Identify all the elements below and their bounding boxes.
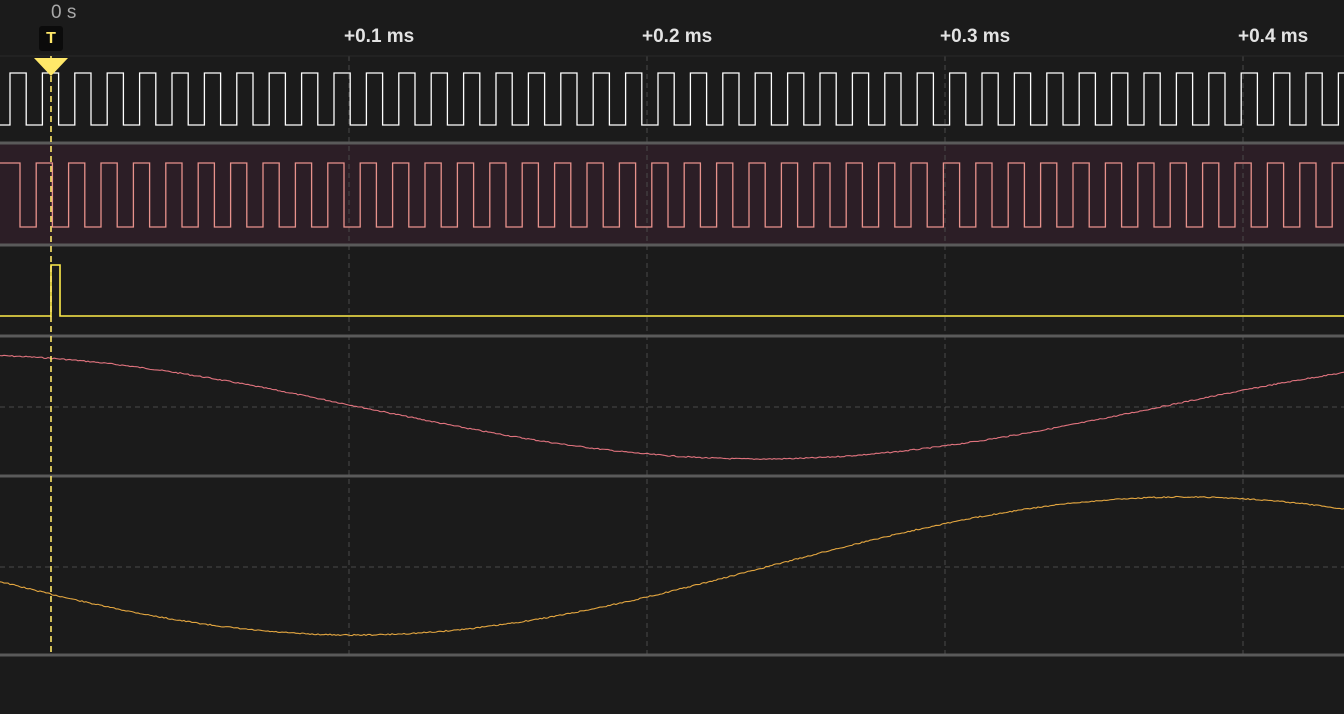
trigger-marker-icon[interactable] bbox=[34, 58, 68, 76]
channel-3-pulse-trace[interactable] bbox=[0, 264, 1344, 317]
waveform-canvas[interactable] bbox=[0, 0, 1344, 714]
trigger-badge[interactable]: T bbox=[39, 26, 63, 51]
analog-2-trace[interactable] bbox=[0, 495, 1344, 637]
logic-analyzer-view: 0 s +0.1 ms +0.2 ms +0.3 ms +0.4 ms T bbox=[0, 0, 1344, 714]
channel-1-clock-trace[interactable] bbox=[0, 72, 1344, 126]
channel-2-background[interactable] bbox=[0, 143, 1344, 246]
